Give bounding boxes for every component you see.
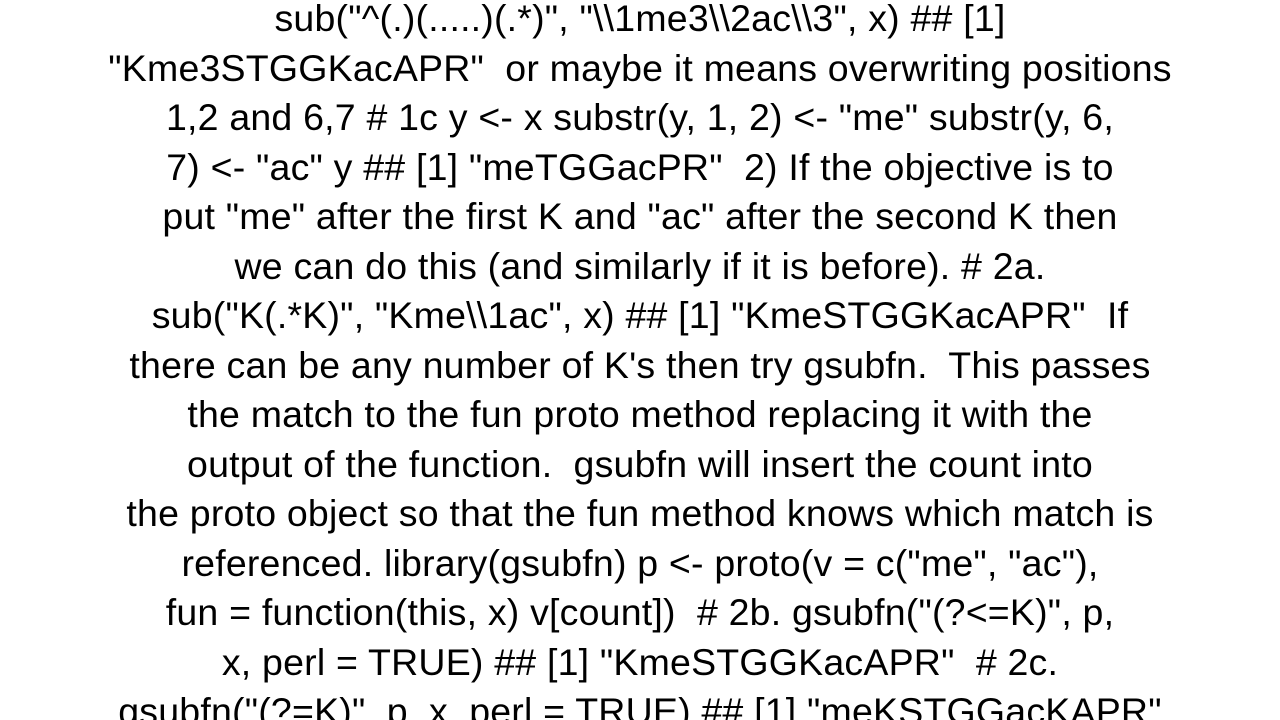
page-container: sub("^(.)(.....)(.*)", "\\1me3\\2ac\\3",… — [0, 0, 1280, 720]
document-text: sub("^(.)(.....)(.*)", "\\1me3\\2ac\\3",… — [108, 0, 1171, 720]
